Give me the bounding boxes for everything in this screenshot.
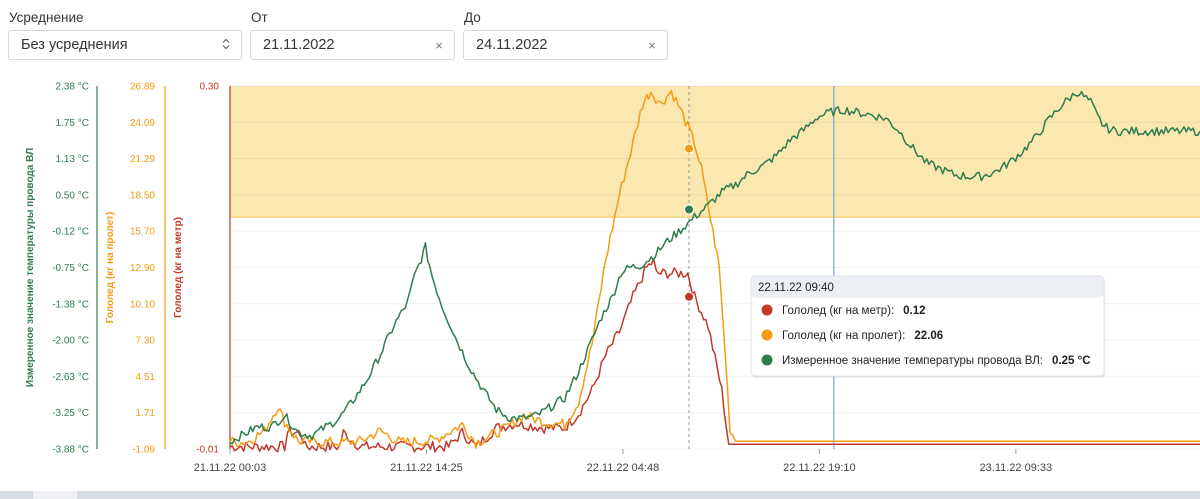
y-tick-label-span: 7.30: [136, 336, 156, 347]
y-tick-label-span: 26.89: [130, 82, 155, 93]
y-tick-label-span: 24.09: [130, 118, 155, 129]
tooltip-row-label: Гололед (кг на пролет):: [782, 330, 905, 342]
hover-marker-span: [684, 143, 695, 154]
y-tick-label-temp: -0.75 °C: [52, 263, 89, 274]
y-tick-label-temp: -0.12 °C: [52, 227, 89, 238]
y-tick-label-meter: -0.01: [196, 445, 219, 456]
y-tick-label-span: 15.70: [130, 227, 155, 238]
tooltip-marker: [761, 304, 773, 316]
y-tick-label-span: 4.51: [136, 372, 156, 383]
y-tick-label-temp: 1.75 °C: [56, 118, 89, 129]
x-tick-label: 23.11.22 09:33: [980, 462, 1053, 474]
y-tick-label-span: 12.90: [130, 263, 155, 274]
threshold-band: [230, 86, 1200, 218]
y-tick-label-temp: 1.13 °C: [56, 154, 89, 165]
tooltip-marker: [761, 354, 773, 366]
y-tick-label-temp: -1.38 °C: [52, 299, 89, 310]
axis-title-meter: Гололед (кг на метр): [173, 217, 184, 318]
y-tick-label-span: 18.50: [130, 190, 155, 201]
x-tick-label: 21.11.22 00:03: [194, 462, 267, 474]
tooltip-title: 22.11.22 09:40: [758, 282, 834, 294]
tooltip-row-value: 0.12: [903, 305, 925, 317]
y-tick-label-span: -1.09: [132, 445, 155, 456]
axis-title-span: Гололед (кг на пролет): [105, 212, 116, 324]
axis-title-temp: Измеренное значение температуры провода …: [25, 148, 36, 387]
y-tick-label-temp: -2.63 °C: [52, 372, 89, 383]
x-tick-label: 21.11.22 14:25: [390, 462, 463, 474]
ice-temperature-chart[interactable]: 2.38 °C 1.75 °C 1.13 °C 0.50 °C -0.12 °C -0.7…: [0, 0, 1200, 499]
y-tick-label-span: 1.71: [136, 408, 156, 419]
tooltip-marker: [761, 329, 773, 341]
y-tick-label-temp: 2.38 °C: [56, 82, 89, 93]
horizontal-scrollbar[interactable]: [0, 491, 1200, 499]
x-tick-label: 22.11.22 19:10: [783, 462, 856, 474]
y-tick-label-span: 21.29: [130, 154, 155, 165]
y-tick-label-span: 10.10: [130, 299, 155, 310]
tooltip-row-label: Измеренное значение температуры провода …: [782, 355, 1043, 367]
tooltip-row-value: 22.06: [914, 330, 943, 342]
hover-marker-meter: [684, 291, 695, 302]
y-tick-label-temp: -3.25 °C: [52, 408, 89, 419]
hover-marker-temp: [684, 204, 695, 215]
x-tick-label: 22.11.22 04:48: [587, 462, 660, 474]
tooltip-row-label: Гололед (кг на метр):: [782, 305, 894, 317]
y-tick-label-temp: 0.50 °C: [56, 190, 89, 201]
scrollbar-thumb[interactable]: [33, 491, 77, 499]
y-tick-label-temp: -3.88 °C: [52, 445, 89, 456]
y-tick-label-meter: 0.30: [200, 82, 220, 93]
y-tick-label-temp: -2.00 °C: [52, 336, 89, 347]
tooltip-row-value: 0.25 °C: [1052, 355, 1090, 367]
